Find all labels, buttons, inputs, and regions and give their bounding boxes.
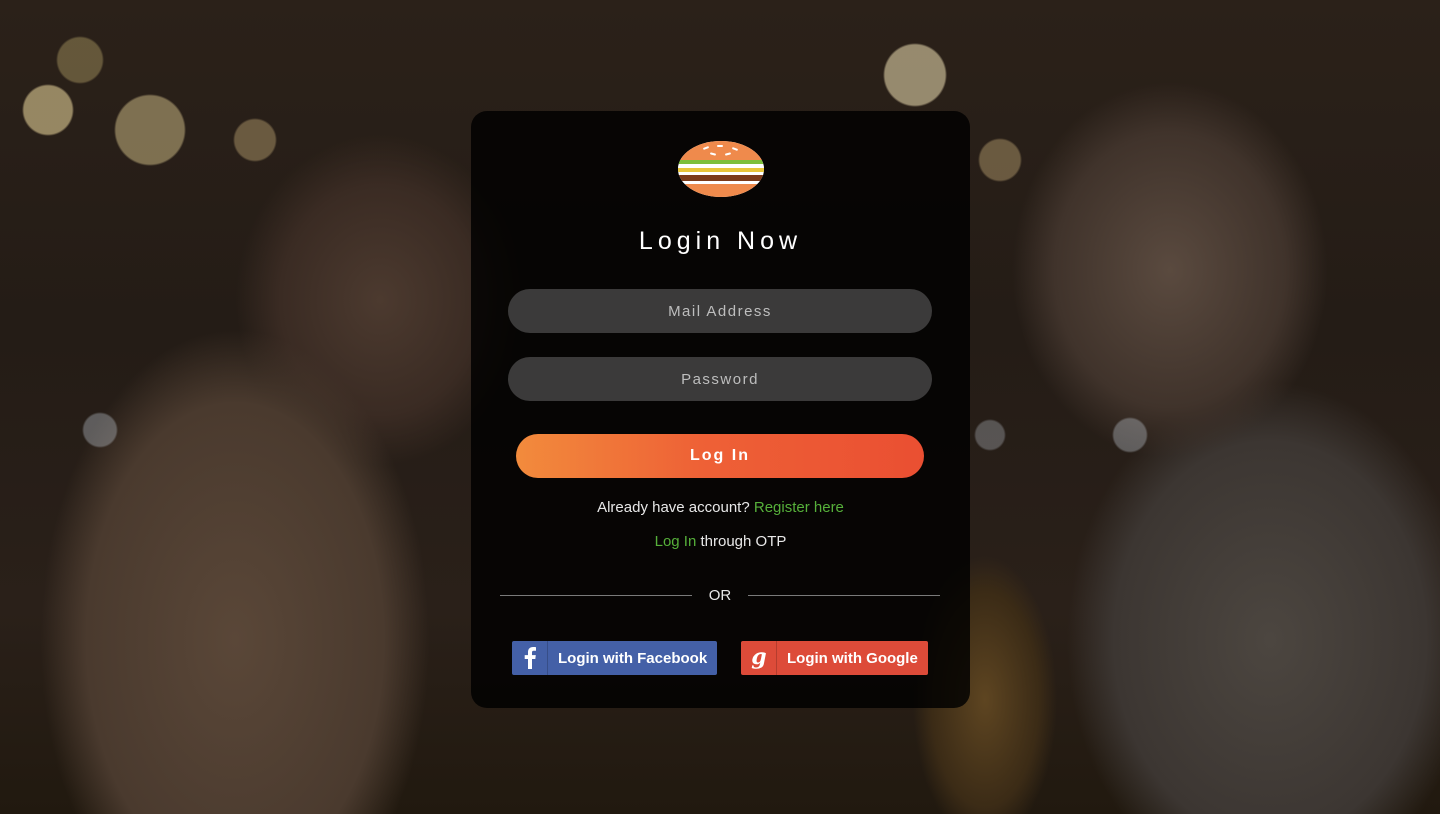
divider-left: [500, 595, 692, 596]
otp-login-link[interactable]: Log In: [655, 533, 697, 550]
register-link[interactable]: Register here: [754, 499, 844, 516]
otp-prompt: Log In through OTP: [471, 533, 970, 550]
login-button[interactable]: Log In: [516, 434, 924, 478]
svg-text:g: g: [751, 645, 766, 670]
register-prompt: Already have account? Register here: [471, 499, 970, 516]
facebook-login-label: Login with Facebook: [558, 649, 708, 667]
divider-or: OR: [708, 587, 732, 604]
password-field[interactable]: [508, 357, 932, 401]
email-field[interactable]: [508, 289, 932, 333]
otp-suffix-text: through OTP: [696, 533, 787, 550]
google-login-button[interactable]: g Login with Google: [741, 641, 928, 675]
login-card: Login Now Log In Already have account? R…: [471, 111, 970, 708]
divider-right: [748, 595, 940, 596]
burger-icon: [678, 141, 764, 197]
register-prompt-text: Already have account?: [597, 499, 754, 516]
facebook-login-button[interactable]: Login with Facebook: [512, 641, 717, 675]
login-title: Login Now: [638, 227, 803, 255]
facebook-icon: [512, 641, 548, 675]
google-icon: g: [741, 641, 777, 675]
google-login-label: Login with Google: [787, 649, 918, 667]
